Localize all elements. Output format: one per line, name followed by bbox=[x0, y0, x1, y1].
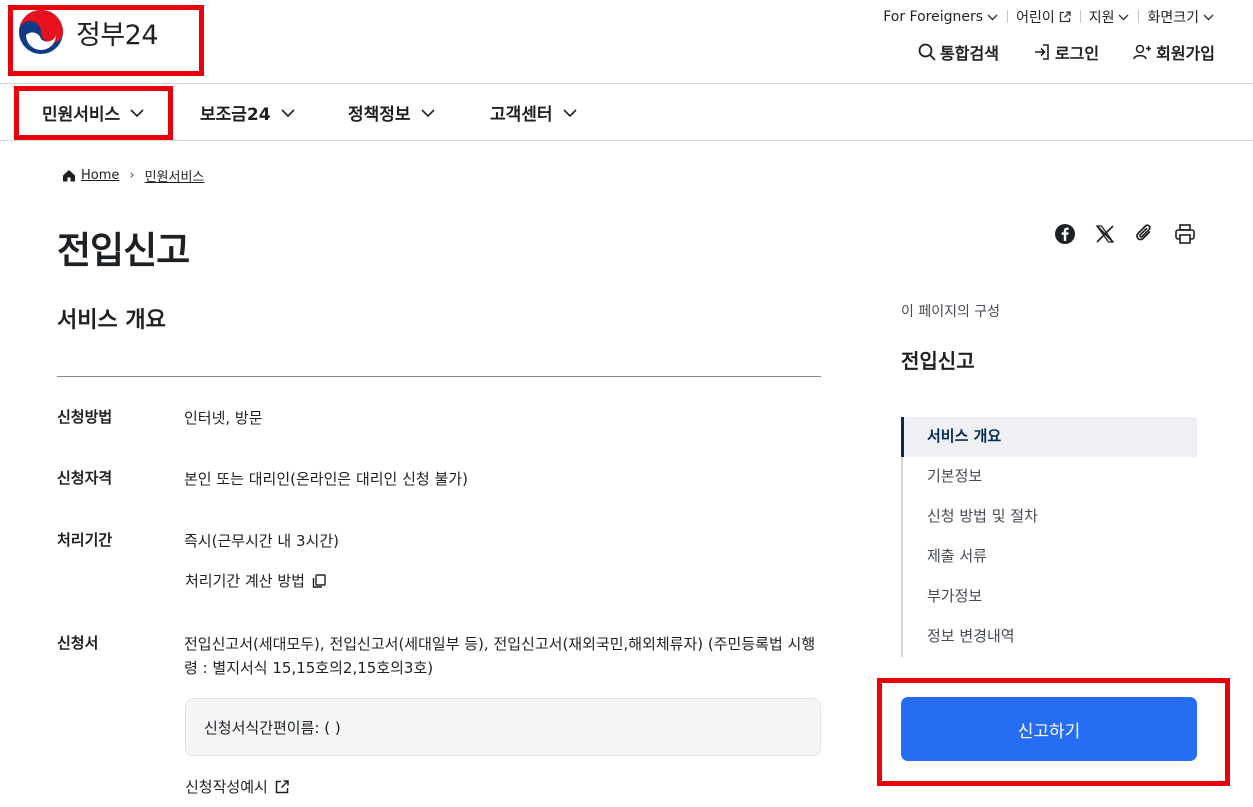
gnb-label: 보조금24 bbox=[200, 105, 271, 125]
util-support[interactable]: 지원 bbox=[1079, 7, 1139, 27]
taegeuk-logo-icon bbox=[19, 10, 63, 54]
search-icon bbox=[918, 43, 936, 61]
info-label: 신청방법 bbox=[57, 408, 113, 426]
util-label: 어린이 bbox=[1016, 10, 1055, 26]
section-divider bbox=[57, 376, 821, 377]
integrated-search-button[interactable]: 통합검색 bbox=[918, 40, 999, 64]
breadcrumb-current-link[interactable]: 민원서비스 bbox=[145, 166, 205, 185]
util-label: For Foreigners bbox=[883, 9, 984, 25]
external-link-icon bbox=[275, 779, 289, 793]
util-kids[interactable]: 어린이 bbox=[1007, 7, 1080, 27]
signup-button[interactable]: 회원가입 bbox=[1133, 40, 1215, 64]
info-label: 처리기간 bbox=[57, 531, 113, 549]
toc-list: 서비스 개요 기본정보 신청 방법 및 절차 제출 서류 부가정보 정보 변경내… bbox=[901, 417, 1197, 657]
gnb-label: 정책정보 bbox=[348, 105, 411, 125]
chevron-down-icon bbox=[420, 108, 435, 117]
chevron-down-icon bbox=[987, 14, 998, 20]
site-logo[interactable]: 정부24 bbox=[18, 9, 159, 55]
logo-text: 정부24 bbox=[76, 19, 159, 51]
share-toolbar bbox=[1054, 223, 1214, 245]
toc-title: 전입신고 bbox=[901, 349, 975, 373]
login-label: 로그인 bbox=[1054, 44, 1100, 63]
report-button[interactable]: 신고하기 bbox=[901, 697, 1197, 761]
signup-label: 회원가입 bbox=[1156, 44, 1215, 63]
breadcrumb: Home › 민원서비스 bbox=[62, 166, 204, 185]
util-label: 지원 bbox=[1088, 10, 1115, 26]
info-label: 신청서 bbox=[57, 634, 99, 652]
breadcrumb-home-link[interactable]: Home bbox=[81, 168, 119, 183]
toc-item-documents[interactable]: 제출 서류 bbox=[903, 537, 1197, 577]
utility-nav: For Foreigners 어린이 지원 화면크기 bbox=[874, 7, 1223, 27]
copy-icon bbox=[312, 573, 326, 588]
top-header: 정부24 For Foreigners 어린이 지원 화면크기 통합검색 로그인 bbox=[0, 0, 1253, 84]
gnb-subsidy[interactable]: 보조금24 bbox=[200, 100, 295, 125]
info-value: 본인 또는 대리인(온라인은 대리인 신청 불가) bbox=[184, 470, 468, 488]
info-value: 인터넷, 방문 bbox=[184, 409, 263, 427]
search-label: 통합검색 bbox=[940, 44, 999, 63]
info-value: 전입신고서(세대모두), 전입신고서(세대일부 등), 전입신고서(재외국민,해… bbox=[184, 635, 816, 677]
chevron-down-icon bbox=[1118, 14, 1129, 20]
user-add-icon bbox=[1133, 44, 1152, 60]
gnb-customer-center[interactable]: 고객센터 bbox=[490, 100, 577, 125]
main-utility: 통합검색 로그인 회원가입 bbox=[884, 40, 1215, 64]
page-title: 전입신고 bbox=[57, 229, 190, 272]
login-button[interactable]: 로그인 bbox=[1033, 40, 1099, 64]
period-calc-link[interactable]: 처리기간 계산 방법 bbox=[185, 570, 327, 591]
facebook-icon[interactable] bbox=[1054, 223, 1076, 245]
toc-item-procedure[interactable]: 신청 방법 및 절차 bbox=[903, 497, 1197, 537]
section-title: 서비스 개요 bbox=[57, 308, 166, 333]
toc-item-change-history[interactable]: 정보 변경내역 bbox=[903, 617, 1197, 657]
gnb-civil-service[interactable]: 민원서비스 bbox=[42, 100, 144, 125]
example-link-label: 신청작성예시 bbox=[185, 778, 268, 796]
toc-item-overview[interactable]: 서비스 개요 bbox=[901, 417, 1197, 457]
chevron-down-icon bbox=[562, 108, 577, 117]
util-screen-size[interactable]: 화면크기 bbox=[1138, 7, 1223, 27]
chevron-down-icon bbox=[130, 108, 144, 117]
chevron-right-icon: › bbox=[129, 168, 135, 183]
gnb-label: 민원서비스 bbox=[42, 105, 121, 125]
gnb-label: 고객센터 bbox=[490, 105, 553, 125]
x-twitter-icon[interactable] bbox=[1094, 223, 1116, 245]
chevron-down-icon bbox=[1203, 14, 1214, 20]
form-alias-box: 신청서식간편이름: ( ) bbox=[185, 698, 821, 756]
gnb-policy-info[interactable]: 정책정보 bbox=[348, 100, 435, 125]
info-label: 신청자격 bbox=[57, 469, 113, 487]
home-icon bbox=[63, 170, 75, 182]
external-link-icon bbox=[1059, 11, 1071, 23]
toc-caption: 이 페이지의 구성 bbox=[901, 304, 1001, 320]
period-calc-label: 처리기간 계산 방법 bbox=[185, 572, 305, 590]
login-icon bbox=[1034, 44, 1049, 60]
main-navigation: 민원서비스 보조금24 정책정보 고객센터 bbox=[0, 84, 1253, 141]
chevron-down-icon bbox=[281, 108, 295, 117]
toc-item-basic-info[interactable]: 기본정보 bbox=[903, 457, 1197, 497]
print-icon[interactable] bbox=[1174, 223, 1196, 245]
form-alias-text: 신청서식간편이름: ( ) bbox=[204, 719, 341, 737]
copy-link-icon[interactable] bbox=[1134, 223, 1156, 245]
util-for-foreigners[interactable]: For Foreigners bbox=[874, 9, 1007, 25]
toc-item-extra-info[interactable]: 부가정보 bbox=[903, 577, 1197, 617]
util-label: 화면크기 bbox=[1147, 10, 1199, 26]
example-link[interactable]: 신청작성예시 bbox=[185, 776, 290, 797]
info-value: 즉시(근무시간 내 3시간) bbox=[184, 532, 339, 550]
